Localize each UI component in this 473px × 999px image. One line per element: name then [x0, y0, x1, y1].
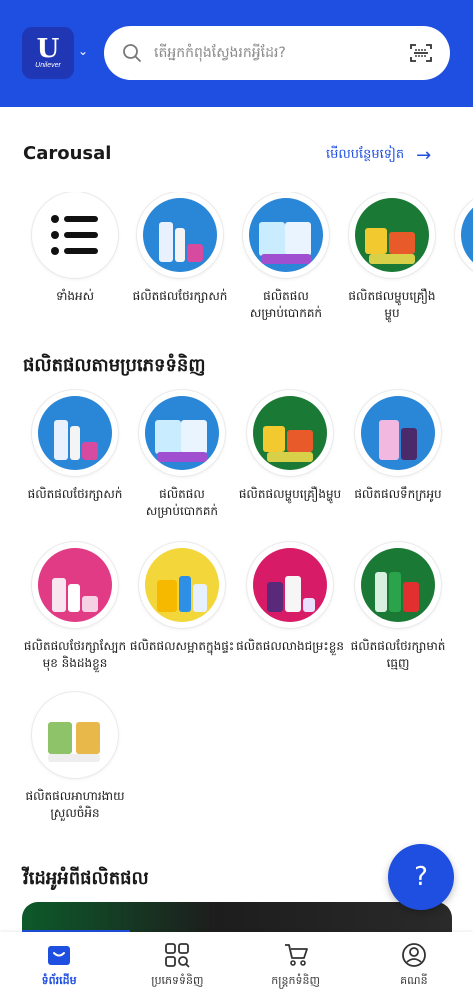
carousel-item-label: ទាំងអស់ — [55, 289, 95, 303]
nav-label: កន្ត្រកទំនិញ — [271, 974, 320, 987]
carousel-item-label: ផ — [448, 288, 473, 305]
home-cleaning-image — [145, 548, 219, 622]
arrow-right-icon: → — [416, 145, 432, 166]
fabric-softener-image — [361, 396, 435, 470]
category-oral-care[interactable]: ផលិតផលថែរក្សាមាត់ធ្មេញ — [344, 542, 452, 672]
carousel-item-label: ផលិតផលម្ហូបគ្រឿងម្ហូប — [348, 289, 436, 320]
category-circle — [247, 390, 333, 476]
list-icon — [51, 215, 98, 255]
nav-label: ប្រភេទទំនិញ — [151, 974, 204, 987]
nav-label: គណនី — [400, 974, 428, 987]
carousel-item-label: ផលិតផលថែរក្សាសក់ — [132, 289, 228, 303]
category-label: ផលិតផលថែរក្សាមាត់ធ្មេញ — [350, 639, 446, 670]
hair-care-image — [143, 198, 217, 272]
laundry-image — [249, 198, 323, 272]
category-hair-care[interactable]: ផលិតផលថែរក្សាសក់ — [21, 390, 129, 503]
category-food[interactable]: ផលិតផលម្ហូបគ្រឿងម្ហូប — [236, 390, 344, 503]
videos-title: វីដេអូអំពីផលិតផល — [23, 868, 149, 889]
category-skin-care[interactable]: ផលិតផលថែរក្សាស្បែកមុខ និងដងខ្លួន — [21, 542, 129, 672]
logo-text: Unilever — [35, 61, 61, 69]
body-wash-image — [253, 548, 327, 622]
category-laundry[interactable]: ផលិតផលសម្រាប់បោកគក់ — [128, 390, 236, 520]
category-circle — [32, 390, 118, 476]
category-label: ផលិតផលសម្រាប់បោកគក់ — [145, 487, 219, 518]
nav-home[interactable]: ទំព័រដើម — [0, 932, 118, 999]
search-input[interactable]: តើអ្នកកំពុងស្វែងរកអ្វីដែរ? — [154, 43, 410, 64]
category-circle — [139, 542, 225, 628]
help-label: ? — [414, 862, 428, 892]
category-circle — [32, 192, 118, 278]
category-circle — [355, 542, 441, 628]
cart-icon — [284, 944, 308, 966]
categories-icon — [165, 943, 191, 968]
category-circle — [32, 692, 118, 778]
category-ready-meals[interactable]: ផលិតផលអាហារងាយស្រួលចំអិន — [21, 692, 129, 822]
carousel-row: ទាំងអស់ ផលិតផលថែរក្សាសក់ ផលិតផលសម្រាប់បោ… — [0, 192, 473, 332]
nav-cart[interactable]: កន្ត្រកទំនិញ — [237, 932, 355, 999]
category-label: ផលិតផលសម្អាតក្នុងផ្ទះ — [129, 639, 235, 653]
category-image — [461, 198, 473, 272]
logo-letter: U — [36, 33, 60, 64]
hair-care-image — [38, 396, 112, 470]
oral-care-image — [361, 548, 435, 622]
food-image — [355, 198, 429, 272]
carousel-item-hair-care[interactable]: ផលិតផលថែរក្សាសក់ — [130, 192, 230, 305]
category-circle — [243, 192, 329, 278]
food-image — [253, 396, 327, 470]
category-circle — [32, 542, 118, 628]
category-circle — [137, 192, 223, 278]
unilever-logo[interactable]: U Unilever — [22, 27, 74, 79]
help-button[interactable]: ? — [388, 844, 454, 910]
carousel-item-all[interactable]: ទាំងអស់ — [25, 192, 125, 305]
category-label: ផលិតផលលាងជម្រះខ្លួន — [236, 639, 344, 653]
carousel-title: Carousal — [23, 143, 112, 164]
category-label: ផលិតផលម្ហូបគ្រឿងម្ហូប — [238, 487, 342, 501]
category-circle — [139, 390, 225, 476]
category-circle — [455, 192, 473, 278]
category-body-wash[interactable]: ផលិតផលលាងជម្រះខ្លួន — [236, 542, 344, 655]
category-home-cleaning[interactable]: ផលិតផលសម្អាតក្នុងផ្ទះ — [128, 542, 236, 655]
see-more-label: មើលបន្ថែមទៀត — [326, 147, 405, 162]
category-circle — [349, 192, 435, 278]
chevron-down-icon[interactable]: ⌄ — [78, 44, 88, 58]
category-circle — [355, 390, 441, 476]
see-more-link[interactable]: មើលបន្ថែមទៀត → — [326, 145, 431, 166]
category-label: ផលិតផលអាហារងាយស្រួលចំអិន — [25, 789, 125, 820]
search-icon — [123, 44, 141, 62]
carousel-item-laundry[interactable]: ផលិតផលសម្រាប់បោកគក់ — [236, 192, 336, 322]
nav-account[interactable]: គណនី — [355, 932, 473, 999]
app-header: U Unilever ⌄ តើអ្នកកំពុងស្វែងរកអ្វីដែរ? — [0, 0, 473, 107]
category-label: ផលិតផលថែរក្សាស្បែកមុខ និងដងខ្លួន — [23, 639, 127, 670]
carousel-item-label: ផលិតផលសម្រាប់បោកគក់ — [249, 289, 323, 320]
categories-title: ផលិតផលតាមប្រភេទទំនិញ — [23, 355, 206, 376]
carousel-item-partial[interactable]: ផ — [448, 192, 473, 305]
skin-care-image — [38, 548, 112, 622]
laundry-image — [145, 396, 219, 470]
category-circle — [247, 542, 333, 628]
carousel-item-food[interactable]: ផលិតផលម្ហូបគ្រឿងម្ហូប — [342, 192, 442, 322]
ready-meals-image — [38, 698, 112, 772]
category-label: ផលិតផលទឹកក្រអូប — [354, 487, 442, 501]
home-icon — [48, 946, 71, 965]
category-label: ផលិតផលថែរក្សាសក់ — [27, 487, 123, 501]
account-icon — [401, 943, 426, 967]
nav-categories[interactable]: ប្រភេទទំនិញ — [118, 932, 236, 999]
bottom-navigation: ទំព័រដើម ប្រភេទទំនិញ កន្ត្រកទំនិញ គណនី — [0, 932, 473, 999]
barcode-scan-icon[interactable] — [410, 43, 432, 63]
category-fabric-softener[interactable]: ផលិតផលទឹកក្រអូប — [344, 390, 452, 503]
nav-label: ទំព័រដើម — [41, 974, 77, 987]
search-bar[interactable]: តើអ្នកកំពុងស្វែងរកអ្វីដែរ? — [104, 26, 450, 80]
